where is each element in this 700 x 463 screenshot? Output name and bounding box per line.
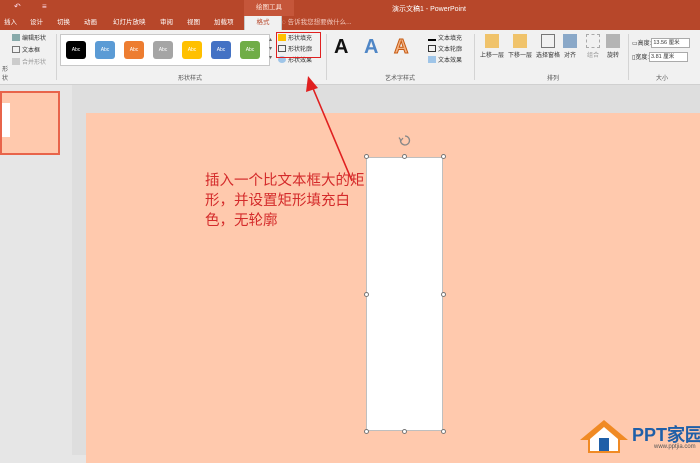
logo-url: www.pptjia.com bbox=[654, 444, 696, 450]
pptjia-logo: PPT家园 www.pptjia.com bbox=[576, 418, 700, 455]
annotation-text: 插入一个比文本框大的矩形，并设置矩形填充白色，无轮廓 bbox=[205, 173, 365, 229]
house-logo-icon bbox=[580, 420, 628, 453]
